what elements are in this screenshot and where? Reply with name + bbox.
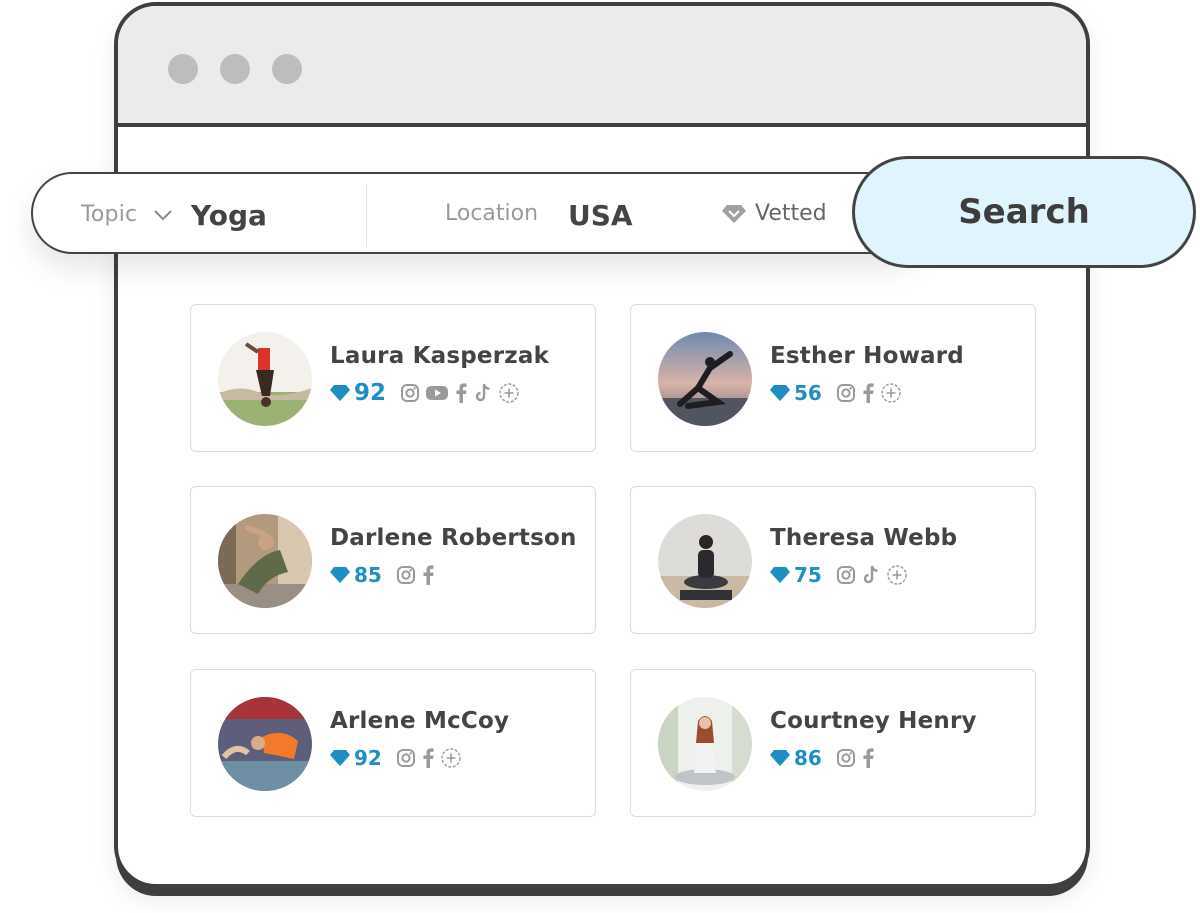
result-card[interactable]: Theresa Webb 75 — [630, 486, 1036, 634]
instagram-icon[interactable] — [836, 748, 856, 768]
facebook-icon[interactable] — [861, 383, 875, 403]
influencer-name[interactable]: Theresa Webb — [770, 525, 957, 551]
diamond-icon — [330, 750, 350, 766]
vetted-score: 92 — [354, 746, 382, 770]
instagram-icon[interactable] — [396, 748, 416, 768]
more-icon[interactable] — [886, 564, 908, 586]
instagram-icon[interactable] — [400, 383, 420, 403]
influencer-name[interactable]: Arlene McCoy — [330, 708, 509, 734]
avatar — [218, 332, 312, 426]
diamond-icon — [721, 204, 747, 229]
diamond-icon — [770, 567, 790, 583]
influencer-name[interactable]: Laura Kasperzak — [330, 343, 549, 369]
avatar — [218, 697, 312, 791]
tiktok-icon[interactable] — [861, 565, 881, 585]
window-control-dot[interactable] — [168, 54, 198, 84]
location-label: Location — [445, 201, 539, 226]
instagram-icon[interactable] — [836, 383, 856, 403]
facebook-icon[interactable] — [861, 748, 875, 768]
facebook-icon[interactable] — [454, 383, 468, 403]
location-field[interactable]: USA — [568, 199, 633, 232]
search-button[interactable]: Search — [852, 156, 1196, 268]
youtube-icon[interactable] — [425, 383, 449, 403]
topic-label: Topic — [81, 202, 138, 227]
divider — [366, 184, 367, 246]
avatar — [658, 697, 752, 791]
vetted-score: 56 — [794, 381, 822, 405]
chevron-down-icon[interactable] — [153, 208, 173, 226]
search-bar: Topic Yoga Location USA Vetted — [31, 172, 931, 254]
tiktok-icon[interactable] — [473, 383, 493, 403]
influencer-name[interactable]: Courtney Henry — [770, 708, 977, 734]
more-icon[interactable] — [498, 382, 520, 404]
topic-dropdown[interactable]: Yoga — [191, 199, 267, 232]
facebook-icon[interactable] — [421, 565, 435, 585]
window-control-dot[interactable] — [220, 54, 250, 84]
result-card[interactable]: Darlene Robertson 85 — [190, 486, 596, 634]
window-control-dot[interactable] — [272, 54, 302, 84]
vetted-filter[interactable]: Vetted — [755, 201, 827, 226]
avatar — [658, 514, 752, 608]
diamond-icon — [330, 567, 350, 583]
influencer-name[interactable]: Esther Howard — [770, 343, 964, 369]
more-icon[interactable] — [440, 747, 462, 769]
facebook-icon[interactable] — [421, 748, 435, 768]
window-titlebar — [118, 6, 1086, 127]
diamond-icon — [330, 385, 350, 401]
more-icon[interactable] — [880, 382, 902, 404]
result-card[interactable]: Esther Howard 56 — [630, 304, 1036, 452]
avatar — [218, 514, 312, 608]
diamond-icon — [770, 750, 790, 766]
instagram-icon[interactable] — [836, 565, 856, 585]
vetted-score: 92 — [354, 380, 387, 406]
influencer-name[interactable]: Darlene Robertson — [330, 525, 577, 551]
avatar — [658, 332, 752, 426]
vetted-score: 75 — [794, 563, 822, 587]
result-card[interactable]: Courtney Henry 86 — [630, 669, 1036, 817]
diamond-icon — [770, 385, 790, 401]
vetted-score: 86 — [794, 746, 822, 770]
instagram-icon[interactable] — [396, 565, 416, 585]
result-card[interactable]: Arlene McCoy 92 — [190, 669, 596, 817]
result-card[interactable]: Laura Kasperzak 92 — [190, 304, 596, 452]
vetted-score: 85 — [354, 563, 382, 587]
